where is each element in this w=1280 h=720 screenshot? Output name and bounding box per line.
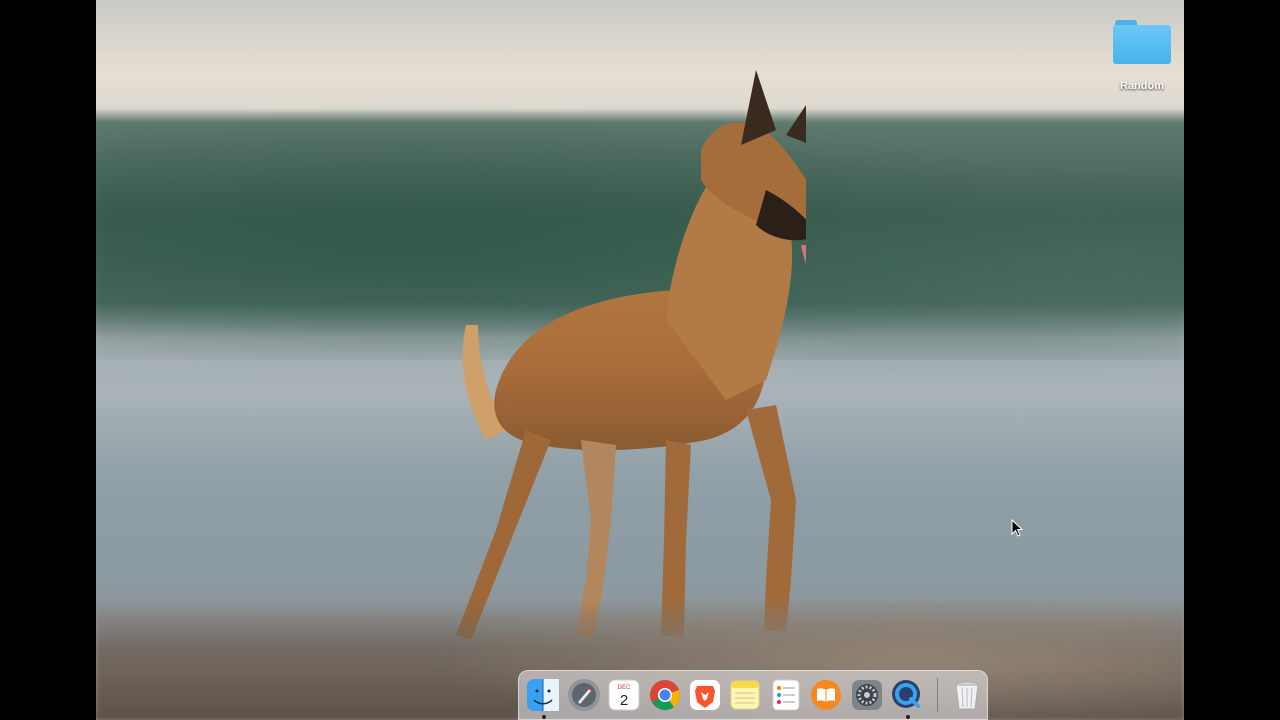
dock-item-trash[interactable] <box>949 677 984 713</box>
gear-icon <box>851 680 882 710</box>
calendar-icon: DEC 2 <box>608 679 640 711</box>
reminders-icon <box>772 679 800 711</box>
dock-item-system-preferences[interactable] <box>849 677 884 713</box>
svg-text:DEC: DEC <box>618 685 631 691</box>
brave-icon <box>690 680 721 710</box>
launchpad-icon <box>567 679 600 711</box>
folder-icon <box>1113 18 1171 64</box>
desktop-wallpaper[interactable]: Random <box>96 0 1184 720</box>
trash-icon <box>955 681 979 710</box>
dock-item-chrome[interactable] <box>647 677 682 713</box>
wallpaper-dog-image <box>456 70 806 640</box>
dock-separator <box>936 678 938 712</box>
svg-text:2: 2 <box>620 692 628 709</box>
dock-item-reminders[interactable] <box>768 677 803 713</box>
mouse-cursor-icon <box>1011 519 1023 537</box>
dock-item-launchpad[interactable] <box>566 677 601 713</box>
books-icon <box>811 680 842 710</box>
dock-item-books[interactable] <box>809 677 844 713</box>
notes-icon <box>730 680 760 710</box>
dock-item-finder[interactable] <box>526 677 561 719</box>
running-indicator <box>905 715 910 719</box>
finder-icon <box>527 679 560 711</box>
dock-item-calendar[interactable]: DEC 2 <box>606 677 641 713</box>
screen: Random DEC 2 <box>0 0 1280 720</box>
dock: DEC 2 <box>518 670 988 720</box>
running-indicator <box>541 715 546 719</box>
dock-item-quicktime[interactable] <box>890 677 925 719</box>
chrome-icon <box>649 680 680 710</box>
desktop-folder-random[interactable]: Random <box>1112 18 1172 92</box>
dock-item-brave[interactable] <box>687 677 722 713</box>
dock-item-notes[interactable] <box>728 677 763 713</box>
desktop-folder-label: Random <box>1120 80 1164 92</box>
quicktime-icon <box>892 680 921 708</box>
